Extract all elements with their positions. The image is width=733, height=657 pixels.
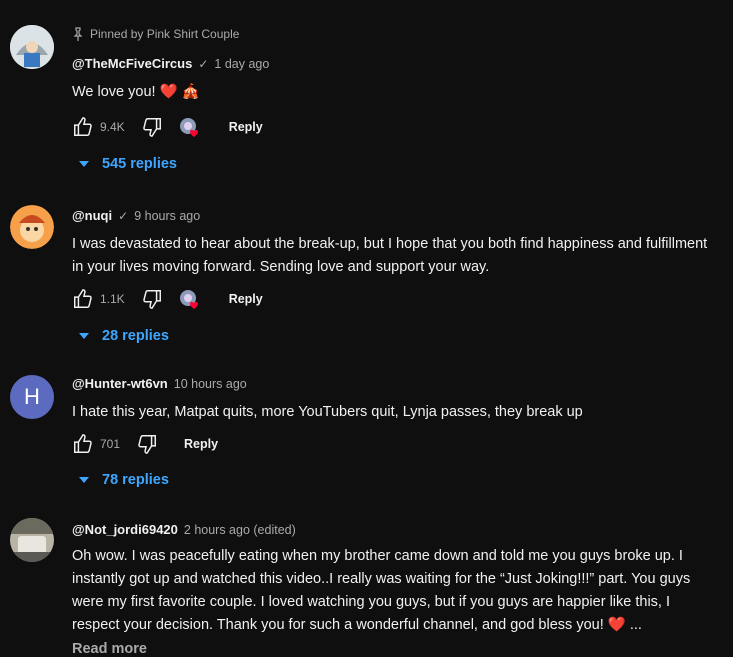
comment-time[interactable]: 2 hours ago (edited)	[184, 521, 296, 539]
comment-time[interactable]: 9 hours ago	[134, 207, 200, 225]
comment-time[interactable]: 1 day ago	[214, 55, 269, 73]
view-replies-button[interactable]: 78 replies	[78, 472, 169, 488]
thumbs-up-icon	[74, 289, 92, 308]
verified-check-icon: ✓	[198, 57, 209, 71]
avatar-image	[10, 205, 54, 249]
avatar[interactable]	[10, 205, 54, 249]
comment-thread: @nuqi ✓ 9 hours ago I was devastated to …	[0, 190, 733, 355]
creator-heart-icon	[179, 117, 203, 137]
like-button[interactable]: 9.4K	[72, 116, 125, 138]
pinned-text: Pinned by Pink Shirt Couple	[90, 27, 240, 41]
comment-time[interactable]: 10 hours ago	[174, 375, 247, 393]
comment-author[interactable]: @Not_jordi69420	[72, 521, 178, 539]
comment-thread: @Not_jordi69420 2 hours ago (edited) Oh …	[0, 505, 733, 657]
view-replies-button[interactable]: 28 replies	[78, 328, 169, 344]
dislike-button[interactable]	[141, 288, 163, 310]
verified-check-icon: ✓	[118, 209, 129, 223]
like-count: 9.4K	[100, 120, 125, 134]
reply-button[interactable]: Reply	[184, 437, 218, 451]
replies-count: 545 replies	[102, 156, 177, 172]
like-button[interactable]: 1.1K	[72, 288, 125, 310]
thumbs-down-icon	[142, 290, 161, 309]
comment-author[interactable]: @TheMcFiveCircus	[72, 55, 192, 73]
thumbs-up-icon	[74, 434, 92, 453]
avatar[interactable]	[10, 25, 54, 69]
caret-down-icon	[79, 333, 89, 339]
thumbs-up-icon	[74, 117, 92, 136]
thumbs-down-icon	[142, 118, 161, 137]
read-more-button[interactable]: Read more	[72, 641, 723, 657]
view-replies-button[interactable]: 545 replies	[78, 156, 177, 172]
creator-heart-icon	[179, 289, 203, 309]
avatar-image	[10, 25, 54, 69]
replies-count: 28 replies	[102, 328, 169, 344]
comment-author[interactable]: @Hunter-wt6vn	[72, 375, 168, 393]
reply-button[interactable]: Reply	[229, 120, 263, 134]
comment-text: I was devastated to hear about the break…	[72, 236, 708, 275]
comment-text: I hate this year, Matpat quits, more You…	[72, 404, 583, 420]
comment-text: We love you! ❤️ 🎪	[72, 84, 200, 100]
comment-thread: H @Hunter-wt6vn 10 hours ago I hate this…	[0, 355, 733, 505]
dislike-button[interactable]	[136, 433, 158, 455]
pin-icon	[73, 27, 83, 41]
avatar[interactable]: H	[10, 375, 54, 419]
like-count: 701	[100, 437, 121, 451]
thumbs-down-icon	[138, 435, 157, 454]
comment-author[interactable]: @nuqi	[72, 207, 112, 225]
replies-count: 78 replies	[102, 472, 169, 488]
avatar-letter: H	[24, 384, 40, 409]
caret-down-icon	[79, 477, 89, 483]
caret-down-icon	[79, 161, 89, 167]
dislike-button[interactable]	[141, 116, 163, 138]
like-count: 1.1K	[100, 292, 125, 306]
avatar[interactable]	[10, 518, 54, 562]
pinned-label: Pinned by Pink Shirt Couple	[72, 26, 723, 42]
avatar-image	[10, 518, 54, 562]
like-button[interactable]: 701	[72, 433, 120, 455]
comment-thread: Pinned by Pink Shirt Couple @TheMcFiveCi…	[0, 0, 733, 190]
comment-text: Oh wow. I was peacefully eating when my …	[72, 548, 691, 633]
reply-button[interactable]: Reply	[229, 292, 263, 306]
